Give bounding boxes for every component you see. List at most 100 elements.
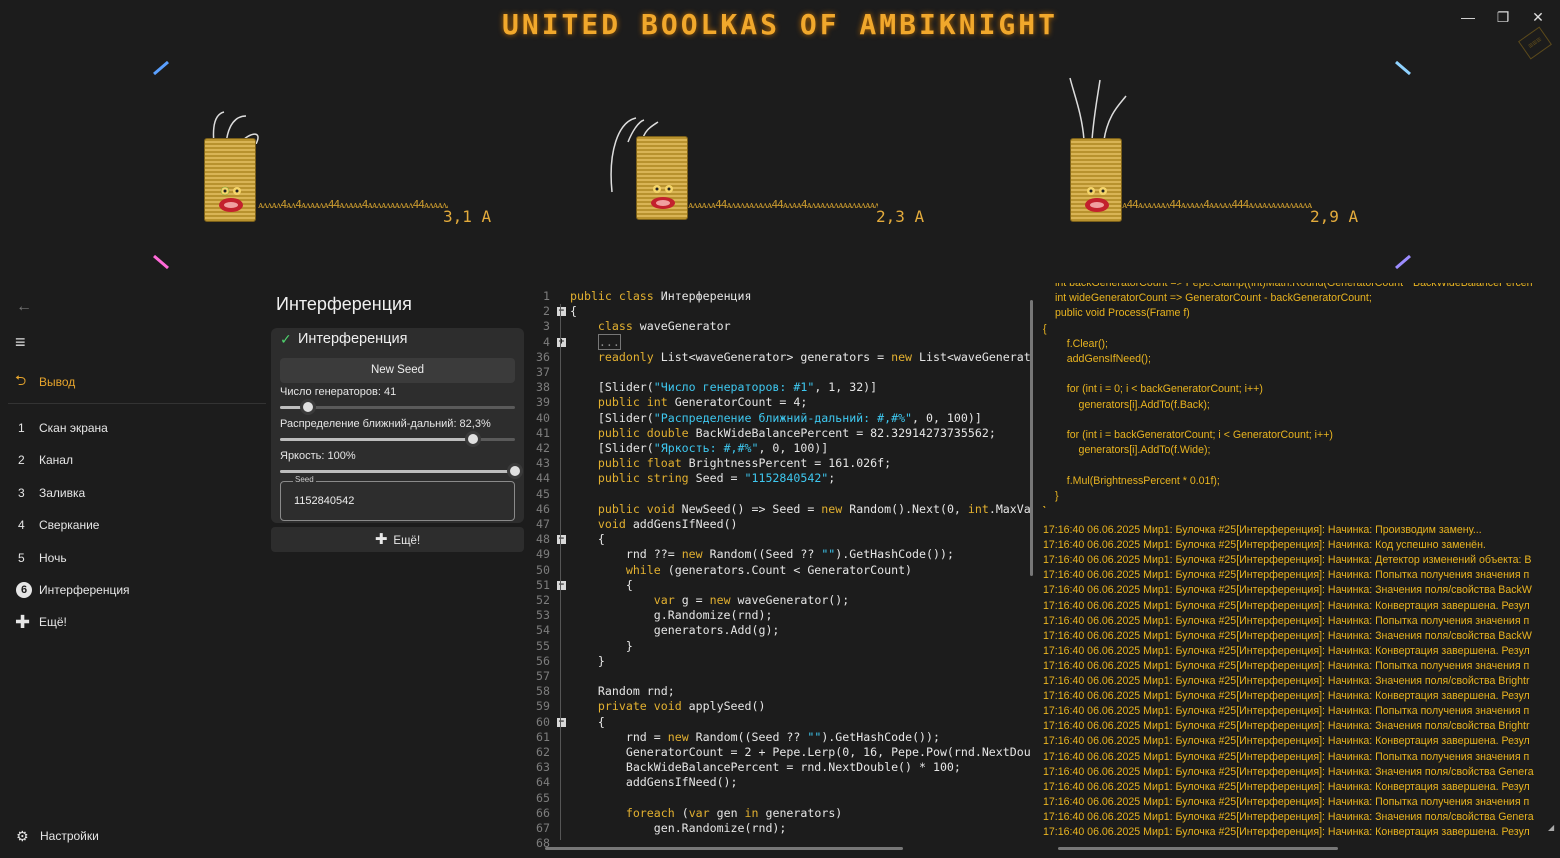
effect-card: ✓ Интерференция New Seed Число генератор… bbox=[271, 328, 524, 523]
maximize-button[interactable]: ❐ bbox=[1490, 6, 1516, 28]
page-title: Интерференция bbox=[276, 294, 412, 314]
line-number: 42 bbox=[536, 441, 550, 455]
line-number: 62 bbox=[536, 745, 550, 759]
log-line: 17:16:40 06.06.2025 Мир1: Булочка #25[Ин… bbox=[1043, 569, 1530, 582]
item-number: 1 bbox=[18, 421, 25, 435]
seed-field[interactable]: Seed 1152840542 bbox=[280, 475, 515, 521]
log-code-line: addGensIfNeed(); bbox=[1055, 353, 1151, 365]
line-number: 48 bbox=[536, 532, 550, 547]
log-code-line: int wideGeneratorCount => GeneratorCount… bbox=[1055, 292, 1372, 305]
log-line: 17:16:40 06.06.2025 Мир1: Булочка #25[Ин… bbox=[1043, 795, 1530, 808]
log-line: 17:16:40 06.06.2025 Мир1: Булочка #25[Ин… bbox=[1043, 644, 1530, 657]
line-number: 39 bbox=[536, 395, 550, 410]
back-icon[interactable]: ← bbox=[16, 298, 32, 316]
slider-label: Распределение ближний-дальний: 82,3% bbox=[280, 418, 491, 430]
code-line: public int GeneratorCount = 4; bbox=[597, 395, 808, 410]
line-number: 67 bbox=[536, 821, 550, 835]
menu-icon[interactable]: ≡ bbox=[15, 332, 26, 353]
collapse-icon[interactable]: − bbox=[557, 535, 566, 545]
sidebar-item-sparkle[interactable]: 4 Сверкание bbox=[0, 509, 268, 541]
slider-thumb[interactable] bbox=[465, 431, 482, 447]
resize-grip-icon[interactable]: ◢ bbox=[1548, 823, 1554, 832]
sidebar-item-night[interactable]: 5 Ночь bbox=[0, 542, 268, 574]
sidebar-item-channel[interactable]: 2 Канал bbox=[0, 444, 268, 476]
line-number: 49 bbox=[536, 547, 550, 562]
code-line: { bbox=[570, 577, 633, 592]
line-number: 38 bbox=[536, 380, 550, 395]
sidebar-item-fill[interactable]: 3 Заливка bbox=[0, 477, 268, 509]
code-line: Random rnd; bbox=[570, 684, 675, 699]
slider-thumb[interactable] bbox=[507, 463, 523, 479]
code-line: [Slider("Распределение ближний-дальний: … bbox=[570, 410, 982, 425]
sidebar-item-label: Сверкание bbox=[39, 518, 100, 532]
expand-icon[interactable]: + bbox=[557, 337, 566, 347]
line-number: 40 bbox=[536, 410, 550, 425]
code-editor[interactable]: 1 public class Интерференция 2−{3 class wa… bbox=[528, 286, 1040, 858]
log-output: 17:16:40 06.06.2025 Мир1: Булочка #25[Ин… bbox=[1040, 522, 1560, 840]
log-line: 17:16:40 06.06.2025 Мир1: Булочка #25[Ин… bbox=[1043, 765, 1534, 778]
sidebar-item-label: Настройки bbox=[40, 829, 99, 843]
button-label: Ещё! bbox=[393, 535, 421, 547]
log-line: 17:16:40 06.06.2025 Мир1: Булочка #25[Ин… bbox=[1043, 720, 1530, 733]
sidebar-item-label: Ещё! bbox=[39, 615, 67, 629]
sidebar-item-interference[interactable]: 6 Интерференция bbox=[0, 574, 268, 606]
slider-thumb[interactable] bbox=[300, 399, 317, 415]
log-code-line: generators[i].AddTo(f.Wide); bbox=[1055, 444, 1211, 457]
line-number: 44 bbox=[536, 471, 550, 486]
fold-guide bbox=[560, 304, 561, 840]
log-line: 17:16:40 06.06.2025 Мир1: Булочка #25[Ин… bbox=[1043, 750, 1530, 763]
log-line: 17:16:40 06.06.2025 Мир1: Булочка #25[Ин… bbox=[1043, 735, 1530, 748]
code-line: [Slider("Число генераторов: #1", 1, 32)] bbox=[570, 380, 878, 395]
collapse-icon[interactable]: − bbox=[557, 307, 566, 317]
sidebar-item-settings[interactable]: ⚙ Настройки bbox=[0, 820, 268, 852]
line-number: 2 bbox=[543, 304, 550, 319]
code-line: addGensIfNeed(); bbox=[570, 775, 738, 790]
seed-input[interactable]: 1152840542 bbox=[294, 495, 354, 507]
log-code-line: } bbox=[1055, 489, 1059, 502]
wires-icon bbox=[1069, 77, 1127, 141]
led-preview: ᴀᴧᴧᴀᴧ4ᴀᴧ4ᴀᴧᴀᴀᴧᴀ44ᴀᴧᴀᴀᴀ4ᴀᴀᴧᴀᴧᴀᴀᴧᴀᴧ44ᴀᴧᴀᴀᴧ… bbox=[140, 50, 1422, 280]
line-number: 59 bbox=[536, 699, 550, 714]
code-line: public string Seed = "1152840542"; bbox=[597, 471, 836, 486]
balance-slider[interactable] bbox=[280, 431, 515, 447]
line-number: 63 bbox=[536, 760, 550, 775]
code-line: } bbox=[570, 653, 605, 668]
collapse-icon[interactable]: − bbox=[557, 717, 566, 727]
sidebar-item-label: Ночь bbox=[39, 551, 67, 565]
plus-icon: ✚ bbox=[15, 611, 31, 632]
line-number: 57 bbox=[536, 669, 550, 683]
card-title: Интерференция bbox=[298, 331, 408, 347]
log-line: 17:16:40 06.06.2025 Мир1: Булочка #25[Ин… bbox=[1043, 539, 1486, 552]
code-line: while (generators.Count < GeneratorCount… bbox=[625, 562, 913, 577]
generator-count-slider[interactable] bbox=[280, 399, 515, 415]
line-number: 51 bbox=[536, 577, 550, 592]
line-number: 43 bbox=[536, 456, 550, 471]
minimize-button[interactable]: — bbox=[1455, 6, 1481, 28]
sidebar-item-screen-scan[interactable]: 1 Скан экрана bbox=[0, 412, 268, 444]
line-number: 54 bbox=[536, 623, 550, 638]
code-hscrollbar[interactable] bbox=[545, 847, 903, 850]
line-number: 36 bbox=[536, 349, 550, 364]
line-number: 4 bbox=[543, 334, 550, 349]
wave-trace: ᴀ44ᴀᴧᴀᴧᴀᴀᴧ44ᴀᴧᴀᴀᴧ4ᴀᴀᴧᴀᴧ444ᴀᴧᴀᴀᴧᴀᴧᴀᴀᴧᴀᴀᴧᴀ… bbox=[1122, 198, 1312, 211]
line-number: 65 bbox=[536, 790, 550, 805]
sidebar-item-more[interactable]: ✚ Ещё! bbox=[0, 606, 268, 638]
code-line: public void NewSeed() => Seed = new Rand… bbox=[597, 501, 1031, 516]
current-readout: 2,9 A bbox=[1310, 207, 1359, 226]
sidebar-item-output[interactable]: ⮌ Вывод bbox=[0, 366, 268, 398]
collapse-icon[interactable]: − bbox=[557, 580, 566, 590]
log-line: 17:16:40 06.06.2025 Мир1: Булочка #25[Ин… bbox=[1043, 614, 1530, 627]
sidebar-item-label: Интерференция bbox=[39, 583, 130, 597]
code-line: { bbox=[570, 532, 605, 547]
sidebar-item-label: Скан экрана bbox=[39, 421, 108, 435]
brightness-slider[interactable] bbox=[280, 463, 523, 479]
code-scrollbar[interactable] bbox=[1030, 300, 1033, 576]
add-more-button[interactable]: ✚ Ещё! bbox=[271, 527, 524, 552]
code-preview-log: int backGeneratorCount => Pepe.Clamp((in… bbox=[1040, 283, 1560, 508]
new-seed-button[interactable]: New Seed bbox=[280, 358, 515, 383]
check-icon[interactable]: ✓ bbox=[280, 331, 292, 348]
log-hscrollbar[interactable] bbox=[1058, 847, 1338, 850]
code-line: foreach (var gen in generators) bbox=[625, 805, 843, 820]
sidebar: ← ≡ ⮌ Вывод 1 Скан экрана 2 Канал 3 Зали… bbox=[0, 290, 268, 858]
close-button[interactable]: ✕ bbox=[1525, 6, 1551, 28]
